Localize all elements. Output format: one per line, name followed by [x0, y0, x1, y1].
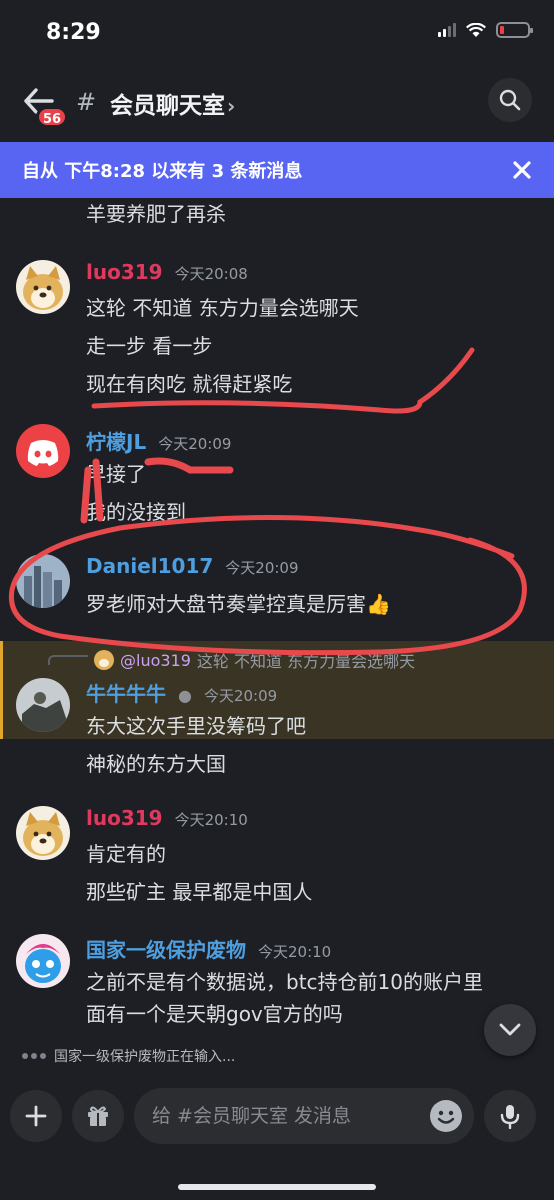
- soldier-avatar-icon: [16, 678, 70, 732]
- message-composer: [0, 1080, 554, 1200]
- city-skyline-avatar-icon: [16, 554, 70, 608]
- author-name[interactable]: luo319: [86, 806, 163, 830]
- message-text: 东大这次手里没筹码了吧: [86, 714, 306, 738]
- author-name[interactable]: 国家一级保护废物: [86, 934, 246, 963]
- message-text: 羊要养肥了再杀: [86, 202, 226, 226]
- voice-message-button[interactable]: [484, 1090, 536, 1142]
- gift-icon: [88, 1106, 108, 1126]
- channel-name: 会员聊天室: [110, 93, 225, 119]
- avatar[interactable]: [16, 554, 70, 608]
- smiley-icon: [437, 1110, 455, 1124]
- message-text: 这轮 不知道 东方力量会选哪天: [86, 296, 359, 320]
- timestamp: 今天20:09: [158, 435, 232, 453]
- avatar[interactable]: [16, 678, 70, 732]
- discord-logo-icon: [27, 440, 59, 466]
- doge-avatar-icon: [16, 260, 70, 314]
- banner-text: 自从 下午8:28 以来有 3 条新消息: [22, 161, 303, 182]
- avatar[interactable]: [16, 424, 70, 478]
- timestamp: 今天20:10: [174, 811, 248, 829]
- scroll-to-bottom-button[interactable]: [484, 1004, 536, 1056]
- timestamp: 今天20:10: [258, 943, 332, 961]
- typing-text: 国家一级保护废物正在输入...: [54, 1049, 236, 1065]
- status-bar: 8:29: [0, 0, 554, 66]
- message-text: 面有一个是天朝gov官方的吗: [86, 1002, 343, 1026]
- message-header: 国家一级保护废物 今天20:10: [86, 934, 331, 963]
- message-text: 神秘的东方大国: [86, 752, 226, 776]
- search-icon: [499, 89, 521, 111]
- chevron-right-icon: ›: [227, 94, 236, 118]
- message-text: 走一步 看一步: [86, 334, 213, 358]
- message-text: 现在有肉吃 就得赶紧吃: [86, 372, 293, 396]
- doge-mini-avatar-icon: [94, 650, 114, 670]
- message-text: 早接了: [86, 462, 146, 486]
- add-attachment-button[interactable]: [10, 1090, 62, 1142]
- cellular-signal-icon: [438, 23, 456, 37]
- message-text: 我的没接到: [86, 500, 186, 524]
- author-name[interactable]: luo319: [86, 260, 163, 284]
- battery-icon: [496, 22, 533, 38]
- channel-header: # 会员聊天室 ›: [0, 70, 554, 134]
- message-header: luo319 今天20:10: [86, 806, 248, 830]
- message-header: 柠檬JL 今天20:09: [86, 426, 231, 455]
- message-input-container: [134, 1088, 474, 1144]
- search-button[interactable]: [488, 78, 532, 122]
- close-icon[interactable]: [510, 158, 534, 182]
- reply-connector: [48, 655, 88, 665]
- text-channel-icon: #: [76, 88, 97, 116]
- timestamp: 今天20:09: [203, 687, 278, 705]
- message-text: 肯定有的: [86, 842, 166, 866]
- author-name[interactable]: 柠檬JL: [86, 426, 146, 455]
- hippo-emoji-icon: ●: [178, 686, 192, 705]
- doge-avatar-icon: [16, 806, 70, 860]
- avatar[interactable]: [16, 260, 70, 314]
- message-text: 之前不是有个数据说，btc持仓前10的账户里: [86, 970, 483, 994]
- home-indicator: [178, 1184, 376, 1190]
- reply-preview: 这轮 不知道 东方力量会选哪天: [196, 652, 416, 671]
- timestamp: 今天20:09: [225, 559, 299, 577]
- message-input[interactable]: [152, 1088, 422, 1144]
- microphone-icon: [500, 1105, 520, 1129]
- monster-avatar-icon: [16, 934, 70, 988]
- author-name[interactable]: 牛牛牛牛: [86, 678, 166, 707]
- emoji-button[interactable]: [430, 1100, 462, 1132]
- message-header: Daniel1017 今天20:09: [86, 554, 299, 578]
- message-header: luo319 今天20:08: [86, 260, 248, 284]
- typing-indicator: 国家一级保护废物正在输入...: [22, 1046, 235, 1066]
- avatar[interactable]: [16, 806, 70, 860]
- timestamp: 今天20:08: [174, 265, 248, 283]
- avatar[interactable]: [16, 934, 70, 988]
- reply-mention: @luo319: [120, 650, 191, 670]
- status-icons: [438, 22, 533, 38]
- new-messages-banner[interactable]: 自从 下午8:28 以来有 3 条新消息: [0, 142, 554, 198]
- wifi-icon: [466, 22, 486, 37]
- author-name[interactable]: Daniel1017: [86, 554, 213, 578]
- message-header: 牛牛牛牛 ● 今天20:09: [86, 678, 277, 707]
- message-text: 罗老师对大盘节奏掌控真是厉害👍: [86, 592, 391, 616]
- reply-reference[interactable]: @luo319 这轮 不知道 东方力量会选哪天: [48, 648, 415, 672]
- status-time: 8:29: [46, 20, 101, 45]
- unread-badge: 56: [36, 106, 68, 128]
- message-text: 那些矿主 最早都是中国人: [86, 880, 313, 904]
- gift-button[interactable]: [72, 1090, 124, 1142]
- plus-icon: [25, 1105, 47, 1127]
- channel-title[interactable]: 会员聊天室 ›: [110, 86, 235, 120]
- typing-dots-icon: [22, 1053, 46, 1059]
- chevron-down-icon: [499, 1023, 521, 1036]
- message-list[interactable]: 羊要养肥了再杀 luo319 今天20:08 这轮 不知道 东方力量会选哪天 走…: [0, 198, 554, 1048]
